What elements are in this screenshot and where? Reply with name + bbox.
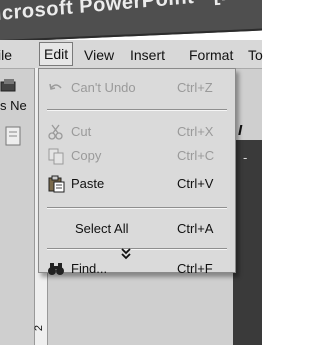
clipboard-icon [48, 175, 65, 193]
toolbar-doc-icon [5, 126, 21, 146]
menu-item-find[interactable]: Find... Ctrl+F [39, 258, 235, 280]
menu-edit[interactable]: Edit [39, 42, 74, 66]
menu-item-undo[interactable]: Can't Undo Ctrl+Z [39, 77, 235, 99]
expand-arrows-icon[interactable] [118, 246, 134, 262]
undo-label: Can't Undo [71, 80, 136, 95]
menu-item-select-all[interactable]: Select All Ctrl+A [39, 218, 235, 240]
menu-insert[interactable]: Insert [130, 47, 165, 63]
menu-item-paste[interactable]: Paste Ctrl+V [39, 173, 235, 195]
menu-tools[interactable]: To [248, 47, 263, 63]
window-title: icrosoft PowerPoint - [Presentat [0, 0, 317, 26]
select-all-shortcut: Ctrl+A [177, 221, 214, 236]
copy-icon [48, 148, 64, 165]
menu-item-copy[interactable]: Copy Ctrl+C [39, 145, 235, 167]
paste-label: Paste [71, 176, 105, 191]
slide-area [233, 140, 262, 345]
undo-shortcut: Ctrl+Z [177, 80, 213, 95]
menu-view[interactable]: View [84, 47, 114, 63]
ruler-number: 2 [33, 324, 46, 332]
cut-label: Cut [71, 124, 92, 139]
scissors-icon [48, 124, 63, 140]
toolbar-fragment: s Ne [0, 98, 27, 113]
italic-fragment: I [238, 122, 243, 139]
menu-separator [47, 109, 227, 111]
cut-shortcut: Ctrl+X [177, 124, 214, 139]
menu-bar: ile Edit View Insert Format To [0, 40, 263, 69]
menu-format[interactable]: Format [189, 47, 233, 63]
select-all-label: Select All [75, 221, 129, 236]
menu-separator [47, 248, 227, 250]
toolbar-save-icon[interactable] [0, 76, 20, 94]
find-label: Find... [71, 261, 108, 276]
binoculars-icon [48, 263, 64, 275]
paste-shortcut: Ctrl+V [177, 176, 214, 191]
menu-file[interactable]: ile [0, 47, 12, 63]
menu-separator [47, 207, 227, 209]
find-shortcut: Ctrl+F [177, 261, 213, 276]
copy-shortcut: Ctrl+C [177, 148, 215, 163]
edit-dropdown-menu: Can't Undo Ctrl+Z Cut Ctrl+X Copy Ctrl+C… [38, 68, 236, 276]
title-bar: icrosoft PowerPoint - [Presentat [0, 0, 317, 42]
undo-icon [49, 83, 62, 90]
copy-label: Copy [71, 148, 102, 163]
dash-fragment: - [243, 150, 248, 165]
menu-item-cut[interactable]: Cut Ctrl+X [39, 121, 235, 143]
